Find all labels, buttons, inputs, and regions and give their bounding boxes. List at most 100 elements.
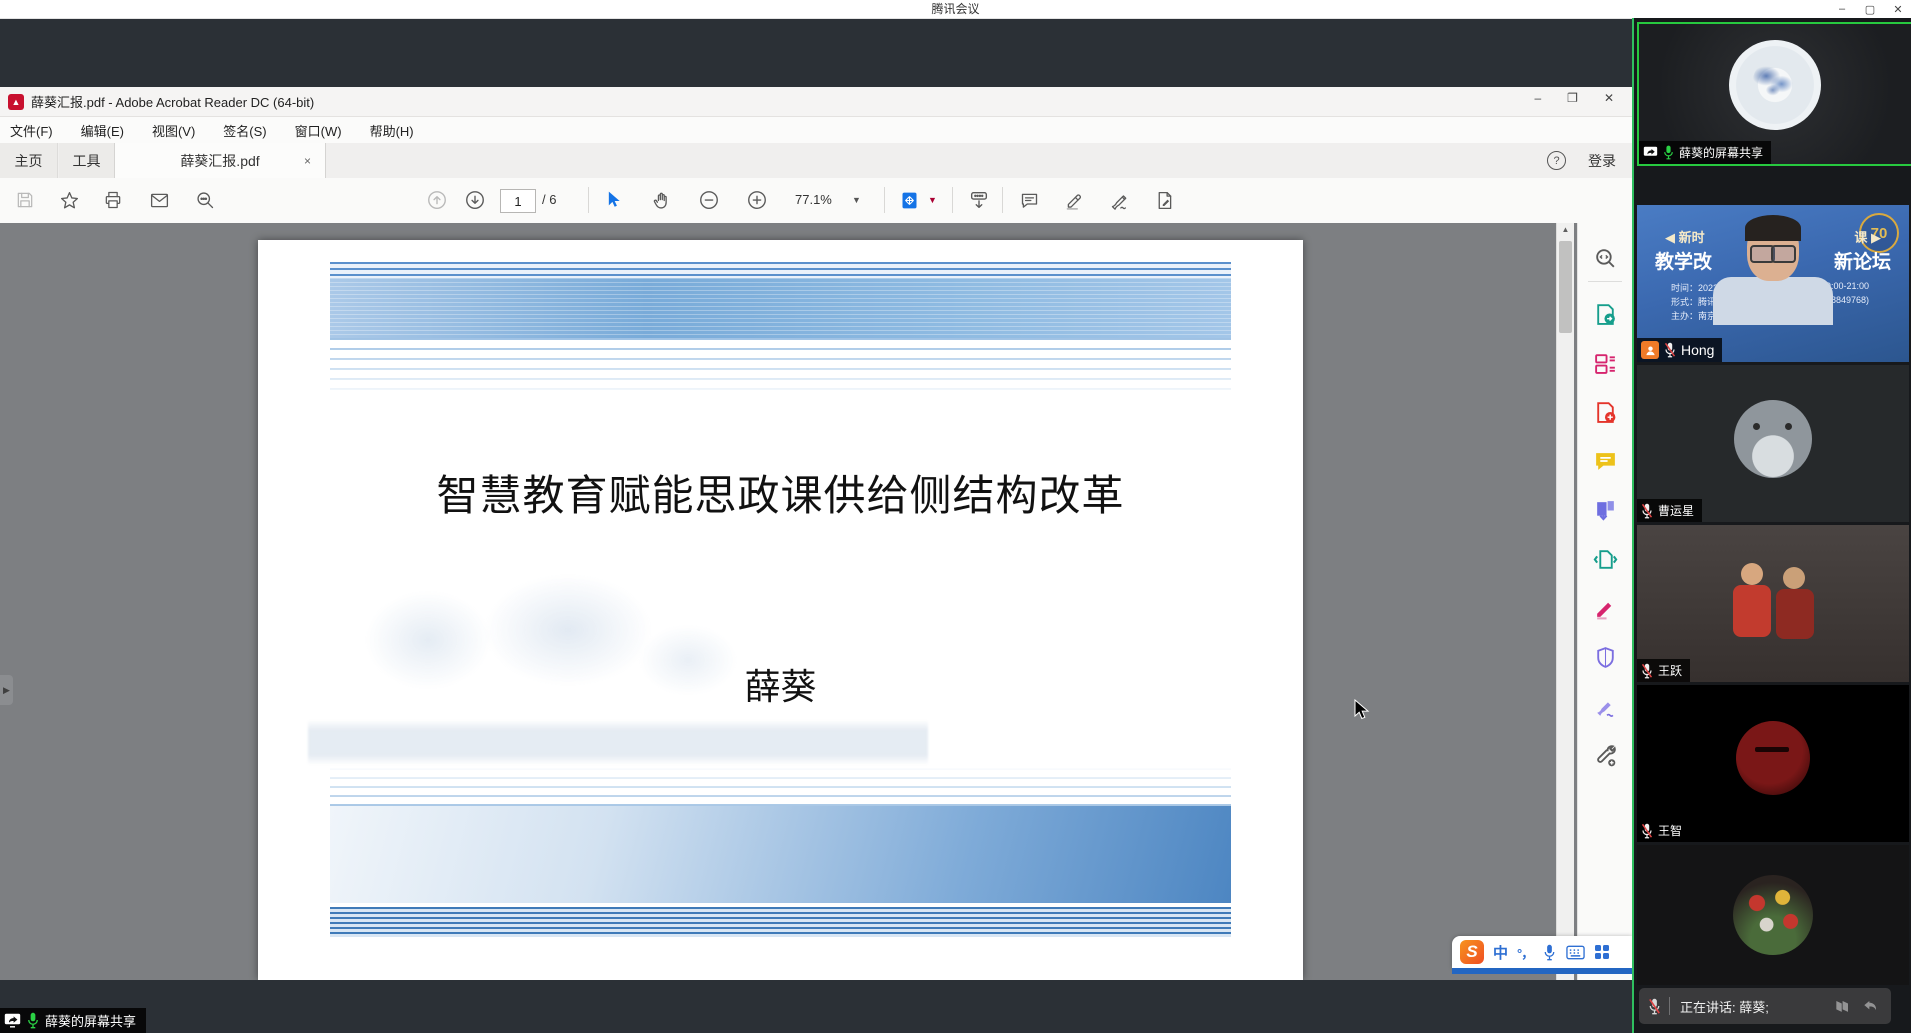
menu-edit[interactable]: 编辑(E) <box>81 121 124 140</box>
help-icon[interactable]: ? <box>1547 151 1566 170</box>
participant-name: 薛葵的屏幕共享 <box>1679 144 1763 161</box>
soft-keyboard-icon[interactable] <box>1566 945 1585 960</box>
certificates-pen-icon <box>1593 694 1618 719</box>
participant-label: 王跃 <box>1637 659 1690 682</box>
participant-tile-hong[interactable]: 70 ◀ 新时 课 ▶ 教学改 新论坛 时间：2022 19:00-21:00 … <box>1637 205 1909 362</box>
export-pdf-button[interactable] <box>1592 301 1619 328</box>
scroll-mode-button[interactable] <box>962 184 996 216</box>
kid-photo <box>1741 563 1763 585</box>
poster-subtitle-right: 新论坛 <box>1834 247 1891 274</box>
acrobat-close-icon[interactable]: ✕ <box>1604 91 1614 105</box>
menu-help[interactable]: 帮助(H) <box>370 121 414 140</box>
participant-tile-6[interactable] <box>1637 845 1909 985</box>
avatar-eye <box>1753 423 1760 430</box>
sign-button[interactable] <box>1102 184 1136 216</box>
select-tool-button[interactable] <box>596 184 630 216</box>
comment-tool-icon <box>1593 449 1618 474</box>
zoom-level-dropdown[interactable]: 77.1% <box>795 189 832 211</box>
certificates-button[interactable] <box>1592 693 1619 720</box>
slide-watermark-image <box>308 570 928 800</box>
hand-tool-button[interactable] <box>644 184 678 216</box>
poster-subtitle-left: 教学改 <box>1655 247 1712 274</box>
layout-icon[interactable] <box>1833 996 1853 1016</box>
sogou-logo-icon[interactable]: S <box>1460 940 1484 964</box>
sogou-menu-grid-icon[interactable] <box>1594 944 1610 960</box>
print-button[interactable] <box>96 184 130 216</box>
create-pdf-button[interactable] <box>1592 399 1619 426</box>
page-fit-icon <box>899 190 920 211</box>
zoom-out-button[interactable] <box>692 184 726 216</box>
input-mode-toggle[interactable]: 中 <box>1493 942 1508 963</box>
share-banner-label: 薛葵的屏幕共享 <box>45 1011 136 1030</box>
acrobat-restore-icon[interactable]: ❐ <box>1567 91 1578 105</box>
undo-icon[interactable] <box>1861 996 1881 1016</box>
favorites-button[interactable] <box>52 184 86 216</box>
participant-tile-4[interactable]: 王跃 <box>1637 525 1909 682</box>
participant-tile-3[interactable]: 曹运星 <box>1637 365 1909 522</box>
scrollbar-thumb[interactable] <box>1559 241 1572 333</box>
menu-window[interactable]: 窗口(W) <box>295 121 342 140</box>
acrobat-titlebar: ▲ 薛葵汇报.pdf - Adobe Acrobat Reader DC (64… <box>0 87 1632 117</box>
tab-close-icon[interactable]: × <box>304 154 311 168</box>
slide-bottom-band <box>330 768 1231 937</box>
email-button[interactable] <box>142 184 176 216</box>
combine-files-button[interactable] <box>1592 497 1619 524</box>
participants-sidebar: 薛葵的屏幕共享 70 ◀ 新时 课 ▶ 教学改 新论坛 时间：2022 19:0… <box>1634 18 1911 1033</box>
fill-sign-button[interactable] <box>1147 184 1181 216</box>
page-number-input[interactable]: 1 <box>500 189 536 213</box>
avatar-detail <box>1755 747 1789 752</box>
next-page-button[interactable] <box>458 184 492 216</box>
speaking-status-text: 正在讲话: 薛葵; <box>1680 997 1769 1016</box>
highlighter-icon <box>1064 190 1085 211</box>
tab-home[interactable]: 主页 <box>0 143 58 178</box>
export-pdf-icon <box>1593 302 1618 327</box>
acrobat-tabbar: 主页 工具 薛葵汇报.pdf × ? 登录 <box>0 143 1632 179</box>
minimize-icon[interactable]: – <box>1835 3 1849 15</box>
voice-input-icon[interactable] <box>1542 944 1557 961</box>
highlight-button[interactable] <box>1057 184 1091 216</box>
more-tools-button[interactable] <box>1592 742 1619 769</box>
sign-in-button[interactable]: 登录 <box>1588 151 1616 171</box>
close-icon[interactable]: ✕ <box>1891 3 1905 16</box>
save-button[interactable] <box>8 184 42 216</box>
nav-pane-expand-button[interactable]: ▶ <box>0 675 13 705</box>
avatar <box>1736 721 1810 795</box>
speaking-status-bar: 正在讲话: 薛葵; <box>1639 988 1891 1024</box>
scroll-mode-icon <box>968 189 990 211</box>
share-banner: 薛葵的屏幕共享 <box>0 1008 146 1033</box>
acrobat-menubar: 文件(F) 编辑(E) 视图(V) 签名(S) 窗口(W) 帮助(H) <box>0 117 1632 143</box>
menu-file[interactable]: 文件(F) <box>10 121 53 140</box>
maximize-icon[interactable]: ▢ <box>1863 3 1877 16</box>
tab-tools[interactable]: 工具 <box>59 143 115 178</box>
page-fit-button[interactable] <box>892 184 926 216</box>
fill-sign-tool-button[interactable] <box>1592 595 1619 622</box>
previous-page-button[interactable] <box>420 184 454 216</box>
fill-sign-tool-icon <box>1593 596 1618 621</box>
meeting-window-controls: – ▢ ✕ <box>1835 0 1905 18</box>
participant-tile-share[interactable]: 薛葵的屏幕共享 <box>1637 22 1911 166</box>
protect-pdf-button[interactable] <box>1592 644 1619 671</box>
vertical-scrollbar[interactable]: ▲ ▼ <box>1556 223 1574 980</box>
comment-icon <box>1019 190 1040 211</box>
slide-title: 智慧教育赋能思政课供给侧结构改革 <box>258 462 1303 523</box>
comment-tool-button[interactable] <box>1592 448 1619 475</box>
zoom-caret-icon[interactable]: ▼ <box>852 195 861 205</box>
tab-document[interactable]: 薛葵汇报.pdf × <box>114 143 326 178</box>
find-button[interactable] <box>188 184 222 216</box>
menu-view[interactable]: 视图(V) <box>152 121 195 140</box>
punctuation-toggle[interactable]: °， <box>1517 943 1533 962</box>
zoom-in-button[interactable] <box>740 184 774 216</box>
mic-muted-icon <box>1641 823 1653 839</box>
compress-pdf-button[interactable] <box>1592 546 1619 573</box>
acrobat-toolbar: 1 / 6 77.1% ▼ ▼ <box>0 178 1632 224</box>
menu-sign[interactable]: 签名(S) <box>223 121 266 140</box>
mic-on-icon <box>27 1012 39 1029</box>
acrobat-minimize-icon[interactable]: – <box>1534 91 1541 105</box>
comment-button[interactable] <box>1012 184 1046 216</box>
scroll-up-icon[interactable]: ▲ <box>1557 225 1574 234</box>
page-fit-caret-icon[interactable]: ▼ <box>928 195 937 205</box>
zoom-in-icon <box>746 189 768 211</box>
search-tools-button[interactable] <box>1592 245 1619 272</box>
participant-tile-5[interactable]: 王智 <box>1637 685 1909 842</box>
organize-pages-button[interactable] <box>1592 350 1619 377</box>
